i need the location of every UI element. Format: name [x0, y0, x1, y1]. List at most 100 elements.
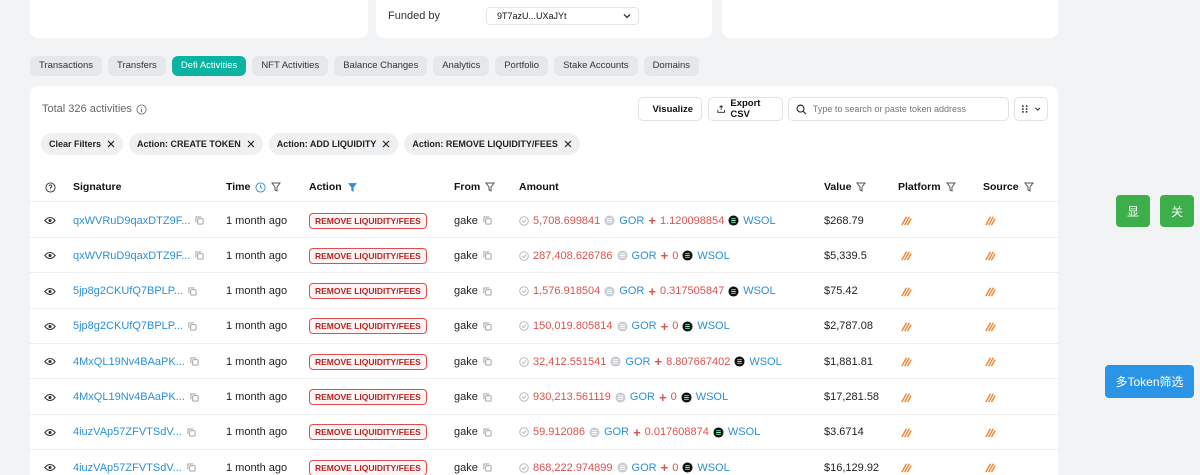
token-primary-link[interactable]: GOR: [630, 391, 655, 403]
help-icon[interactable]: [45, 181, 56, 193]
help-column[interactable]: [45, 172, 56, 202]
token-primary-link[interactable]: GOR: [619, 285, 644, 297]
filter-icon[interactable]: [1023, 182, 1034, 192]
token-secondary-link[interactable]: WSOL: [697, 320, 729, 332]
tab-transfers[interactable]: Transfers: [108, 56, 166, 76]
copy-icon[interactable]: [190, 357, 199, 366]
eye-icon[interactable]: [44, 322, 56, 331]
export-csv-button[interactable]: Export CSV: [708, 97, 783, 121]
copy-icon[interactable]: [188, 322, 197, 331]
eye-icon[interactable]: [44, 251, 56, 260]
copy-icon[interactable]: [188, 287, 197, 296]
source-logo-icon[interactable]: [984, 214, 997, 227]
clear-filters-chip[interactable]: Clear Filters: [41, 133, 124, 155]
tab-analytics[interactable]: Analytics: [433, 56, 490, 76]
source-logo-icon[interactable]: [984, 285, 997, 298]
signature-link[interactable]: 4MxQL19Nv4BAaPK...: [73, 391, 185, 403]
filter-icon[interactable]: [945, 182, 956, 192]
close-icon[interactable]: [564, 140, 572, 148]
platform-logo-icon[interactable]: [900, 214, 913, 227]
copy-icon[interactable]: [187, 428, 196, 437]
filter-icon[interactable]: [271, 182, 282, 192]
filter-icon[interactable]: [485, 182, 496, 192]
copy-icon[interactable]: [187, 463, 196, 472]
from-value[interactable]: gake: [454, 356, 478, 368]
platform-logo-icon[interactable]: [900, 391, 913, 404]
filter-chip[interactable]: Action: ADD LIQUIDITY: [268, 133, 399, 155]
source-logo-icon[interactable]: [984, 249, 997, 262]
source-logo-icon[interactable]: [984, 461, 997, 474]
close-icon[interactable]: [382, 140, 390, 148]
token-secondary-link[interactable]: WSOL: [697, 462, 729, 474]
filter-chip[interactable]: Action: CREATE TOKEN: [129, 133, 263, 155]
copy-icon[interactable]: [483, 357, 492, 366]
visualize-button[interactable]: Visualize: [638, 97, 702, 121]
from-value[interactable]: gake: [454, 215, 478, 227]
show-button[interactable]: 显: [1116, 195, 1150, 227]
platform-logo-icon[interactable]: [900, 355, 913, 368]
filter-active-icon[interactable]: [347, 182, 358, 193]
copy-icon[interactable]: [483, 251, 492, 260]
copy-icon[interactable]: [483, 287, 492, 296]
token-search-input[interactable]: [812, 104, 1001, 114]
funded-by-select[interactable]: 9T7azU...UXaJYt: [486, 7, 639, 25]
eye-icon[interactable]: [44, 393, 56, 402]
token-primary-link[interactable]: GOR: [625, 356, 650, 368]
copy-icon[interactable]: [195, 251, 204, 260]
signature-link[interactable]: 4iuzVAp57ZFVTSdV...: [73, 426, 182, 438]
from-value[interactable]: gake: [454, 462, 478, 474]
signature-link[interactable]: 4iuzVAp57ZFVTSdV...: [73, 462, 182, 474]
platform-logo-icon[interactable]: [900, 426, 913, 439]
from-value[interactable]: gake: [454, 426, 478, 438]
copy-icon[interactable]: [195, 216, 204, 225]
platform-logo-icon[interactable]: [900, 461, 913, 474]
copy-icon[interactable]: [483, 216, 492, 225]
copy-icon[interactable]: [483, 428, 492, 437]
platform-logo-icon[interactable]: [900, 320, 913, 333]
token-secondary-link[interactable]: WSOL: [743, 215, 775, 227]
signature-link[interactable]: qxWVRuD9qaxDTZ9F...: [73, 215, 190, 227]
column-settings-button[interactable]: [1014, 97, 1048, 121]
tab-stake-accounts[interactable]: Stake Accounts: [554, 56, 638, 76]
eye-icon[interactable]: [44, 463, 56, 472]
token-secondary-link[interactable]: WSOL: [743, 285, 775, 297]
info-icon[interactable]: [136, 103, 147, 115]
source-logo-icon[interactable]: [984, 391, 997, 404]
tab-transactions[interactable]: Transactions: [30, 56, 103, 76]
platform-logo-icon[interactable]: [900, 249, 913, 262]
signature-link[interactable]: qxWVRuD9qaxDTZ9F...: [73, 250, 190, 262]
multi-token-filter-button[interactable]: 多Token筛选: [1105, 365, 1194, 398]
token-primary-link[interactable]: GOR: [632, 250, 657, 262]
copy-icon[interactable]: [483, 322, 492, 331]
filter-icon[interactable]: [856, 182, 867, 192]
eye-icon[interactable]: [44, 357, 56, 366]
token-secondary-link[interactable]: WSOL: [749, 356, 781, 368]
token-primary-link[interactable]: GOR: [632, 462, 657, 474]
token-search-box[interactable]: [788, 97, 1009, 121]
eye-icon[interactable]: [44, 287, 56, 296]
from-value[interactable]: gake: [454, 285, 478, 297]
tab-domains[interactable]: Domains: [643, 56, 700, 76]
copy-icon[interactable]: [483, 392, 492, 402]
token-secondary-link[interactable]: WSOL: [696, 391, 728, 403]
signature-link[interactable]: 4MxQL19Nv4BAaPK...: [73, 356, 185, 368]
source-logo-icon[interactable]: [984, 320, 997, 333]
signature-link[interactable]: 5jp8g2CKUfQ7BPLP...: [73, 285, 183, 297]
close-icon[interactable]: [247, 140, 255, 148]
tab-nft-activities[interactable]: NFT Activities: [252, 56, 329, 76]
tab-defi-activities[interactable]: Defi Activities: [171, 56, 247, 76]
filter-chip[interactable]: Action: REMOVE LIQUIDITY/FEES: [404, 133, 580, 155]
tab-portfolio[interactable]: Portfolio: [495, 56, 549, 76]
eye-icon[interactable]: [44, 216, 56, 225]
from-value[interactable]: gake: [454, 391, 478, 403]
token-secondary-link[interactable]: WSOL: [697, 250, 729, 262]
from-value[interactable]: gake: [454, 320, 478, 332]
copy-icon[interactable]: [483, 463, 492, 472]
tab-balance-changes[interactable]: Balance Changes: [334, 56, 428, 76]
source-logo-icon[interactable]: [984, 426, 997, 439]
token-primary-link[interactable]: GOR: [604, 426, 629, 438]
close-button[interactable]: 关: [1160, 195, 1194, 227]
token-secondary-link[interactable]: WSOL: [728, 426, 760, 438]
platform-logo-icon[interactable]: [900, 285, 913, 298]
signature-link[interactable]: 5jp8g2CKUfQ7BPLP...: [73, 320, 183, 332]
